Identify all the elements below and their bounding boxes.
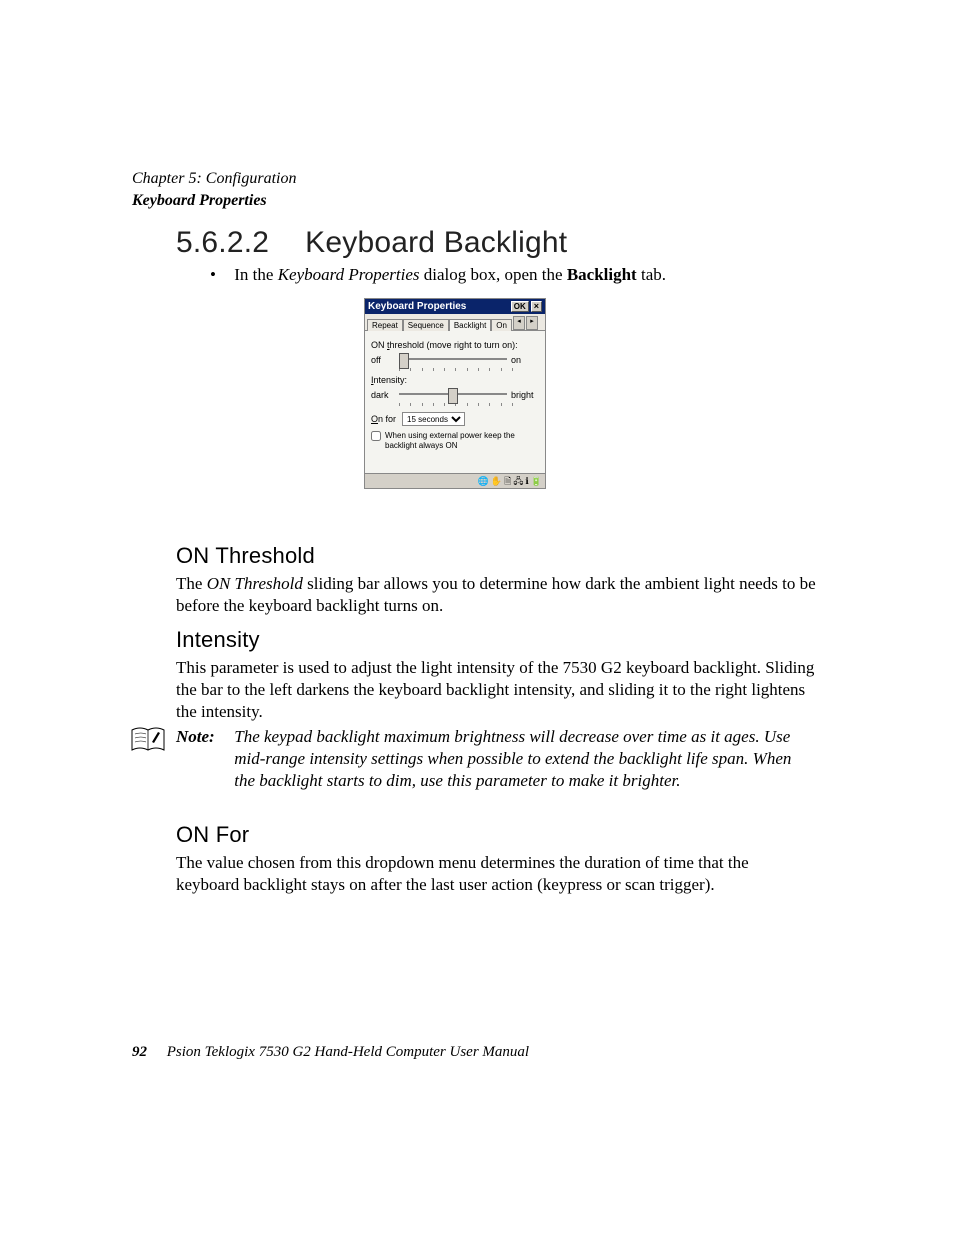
onfor-row: On for 15 seconds (371, 412, 539, 426)
onfor-label: On for (371, 414, 396, 424)
system-tray: 🌐 ✋ 🗎 🖧 ℹ 🔋 (365, 473, 545, 488)
threshold-label: ON threshold (move right to turn on): (371, 340, 539, 350)
bullet-icon: • (210, 265, 230, 285)
section-heading: 5.6.2.2 Keyboard Backlight (176, 226, 567, 260)
threshold-ticks (399, 368, 513, 371)
bullet-text: In the Keyboard Properties dialog box, o… (234, 265, 666, 284)
close-button[interactable]: × (531, 301, 542, 312)
intensity-slider-row: dark bright (371, 389, 539, 401)
intensity-dark-label: dark (371, 390, 395, 400)
section-label: Keyboard Properties (132, 190, 296, 212)
onfor-select[interactable]: 15 seconds (402, 412, 465, 426)
tray-net-icon[interactable]: 🖧 (513, 476, 523, 486)
intensity-bright-label: bright (511, 390, 539, 400)
note-label: Note: (176, 726, 230, 748)
on-for-heading: ON For (176, 822, 249, 848)
dialog-panel: ON threshold (move right to turn on): of… (365, 330, 545, 457)
external-power-checkbox[interactable] (371, 431, 381, 441)
note-block: Note: The keypad backlight maximum brigh… (176, 726, 816, 792)
tab-backlight[interactable]: Backlight (449, 319, 491, 331)
intensity-slider[interactable] (399, 389, 507, 401)
external-power-label: When using external power keep the backl… (385, 431, 539, 451)
threshold-slider-row: off on (371, 354, 539, 366)
tab-repeat[interactable]: Repeat (367, 319, 403, 331)
tray-doc-icon[interactable]: 🗎 (504, 476, 511, 486)
tab-partial[interactable]: On (491, 319, 512, 331)
section-title-text: Keyboard Backlight (305, 226, 567, 259)
tray-globe-icon[interactable]: 🌐 (478, 476, 489, 486)
note-book-icon (130, 726, 166, 756)
tab-sequence[interactable]: Sequence (403, 319, 449, 331)
external-power-row: When using external power keep the backl… (371, 431, 539, 451)
tab-scroll-left[interactable]: ◂ (513, 316, 525, 330)
intensity-heading: Intensity (176, 627, 260, 653)
intensity-slider-thumb[interactable] (448, 388, 458, 404)
tray-hand-icon[interactable]: ✋ (491, 476, 502, 486)
chapter-label: Chapter 5: Configuration (132, 168, 296, 190)
page-header: Chapter 5: Configuration Keyboard Proper… (132, 168, 296, 212)
tray-battery-icon[interactable]: 🔋 (531, 476, 542, 486)
on-for-body: The value chosen from this dropdown menu… (176, 852, 816, 896)
ok-button[interactable]: OK (511, 301, 529, 312)
threshold-off-label: off (371, 355, 395, 365)
tray-info-icon[interactable]: ℹ (525, 476, 528, 486)
page-number: 92 (132, 1044, 147, 1060)
note-body: The keypad backlight maximum brightness … (234, 726, 814, 792)
threshold-on-label: on (511, 355, 539, 365)
bullet-line: • In the Keyboard Properties dialog box,… (210, 265, 666, 285)
book-title: Psion Teklogix 7530 G2 Hand-Held Compute… (167, 1044, 529, 1060)
on-threshold-heading: ON Threshold (176, 543, 315, 569)
intensity-label: Intensity: (371, 375, 539, 385)
dialog-title: Keyboard Properties (368, 301, 509, 312)
on-threshold-body: The ON Threshold sliding bar allows you … (176, 573, 816, 617)
page-footer: 92 Psion Teklogix 7530 G2 Hand-Held Comp… (132, 1044, 529, 1061)
intensity-body: This parameter is used to adjust the lig… (176, 657, 816, 723)
tab-scroll-right[interactable]: ▸ (526, 316, 538, 330)
keyboard-properties-dialog: Keyboard Properties OK × Repeat Sequence… (364, 298, 546, 489)
threshold-slider-thumb[interactable] (399, 353, 409, 369)
dialog-titlebar: Keyboard Properties OK × (365, 299, 545, 314)
tab-strip: Repeat Sequence Backlight On ◂ ▸ (365, 314, 545, 330)
threshold-slider[interactable] (399, 354, 507, 366)
section-number: 5.6.2.2 (176, 226, 269, 260)
